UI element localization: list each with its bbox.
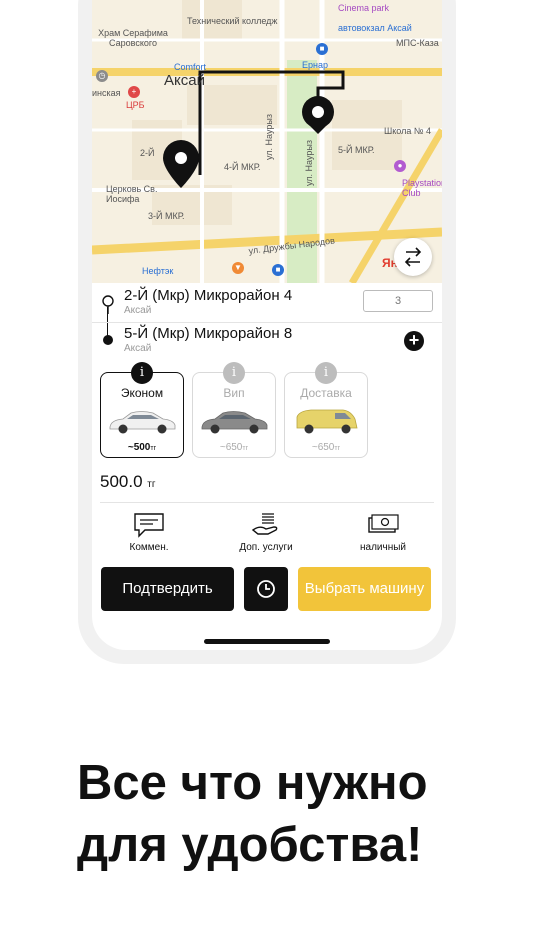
- comment-icon: [134, 513, 164, 538]
- payment-option[interactable]: наличный: [338, 512, 428, 553]
- map-label-nauryz-2: ул. Наурыз: [304, 140, 314, 186]
- divider: [100, 502, 434, 503]
- map-label-nauryz-1: ул. Наурыз: [264, 114, 274, 160]
- comment-label: Коммен.: [129, 542, 169, 553]
- map-label-bus-station: автовокзал Аксай: [338, 23, 412, 33]
- van-icon: [296, 409, 358, 434]
- map-label-ernar: Ернар: [302, 60, 328, 70]
- from-address-city: Аксай: [124, 305, 152, 316]
- map-label-comfort: Comfort: [174, 62, 207, 72]
- service-hand-icon: [251, 513, 278, 535]
- info-icon[interactable]: i: [131, 362, 153, 384]
- clock-icon: [257, 580, 275, 598]
- game-club-icon: ●: [394, 160, 406, 172]
- comment-option[interactable]: Коммен.: [104, 512, 194, 553]
- map-label-college: Технический колледж: [187, 16, 278, 26]
- info-icon[interactable]: i: [223, 362, 245, 384]
- phone-screen: Технический колледж Храм Серафима Саровс…: [92, 0, 442, 650]
- map-label-playstation: Playstation Club: [402, 178, 442, 198]
- info-icon[interactable]: i: [315, 362, 337, 384]
- tariff-name: Доставка: [300, 386, 352, 400]
- map-label-mps: МПС-Каза: [396, 38, 439, 48]
- headline-line-2: для удобства!: [77, 818, 423, 872]
- tariff-name: Эконом: [120, 386, 164, 400]
- tariff-price: ~650тг: [311, 442, 341, 453]
- to-address-title: 5-Й (Мкр) Микрорайон 8: [124, 325, 293, 342]
- map-label-cinema: Cinema park: [338, 3, 390, 13]
- extra-services-label: Доп. услуги: [239, 542, 293, 553]
- vip-car-icon: [201, 411, 268, 434]
- map-label-neftek: Нефтэк: [142, 266, 174, 276]
- from-address-title: 2-Й (Мкр) Микрорайон 4: [124, 287, 293, 304]
- payment-label: наличный: [359, 542, 406, 553]
- to-pin-icon: [103, 335, 113, 345]
- tariff-economy[interactable]: i Эконом ~500тг: [100, 362, 184, 458]
- map-label-church: Храм Серафима Саровского: [98, 28, 168, 48]
- home-indicator: [204, 639, 330, 644]
- clock-poi-icon: ◷: [96, 70, 108, 82]
- entrance-input[interactable]: 3: [363, 290, 433, 312]
- bus-stop-icon: ■: [316, 43, 328, 55]
- tariff-vip[interactable]: i Вип ~650тг: [192, 362, 276, 458]
- map-label-mkr4: 4-Й МКР.: [224, 162, 261, 172]
- start-pin-icon: [163, 140, 199, 188]
- schedule-button[interactable]: [244, 567, 288, 611]
- fuel-icon: ▼: [232, 262, 244, 274]
- promo-headline: Все что нужно для удобства!: [77, 752, 517, 876]
- extra-services-option[interactable]: Доп. услуги: [221, 512, 311, 553]
- to-address-city: Аксай: [124, 343, 152, 354]
- map-label-crb: ЦРБ: [126, 100, 145, 110]
- from-pin-icon: [102, 295, 114, 314]
- address-from[interactable]: 2-Й (Мкр) Микрорайон 4 Аксай 3: [92, 284, 442, 323]
- map-label-mkr5: 5-Й МКР.: [338, 145, 375, 155]
- map-label-crb-prefix: инская: [92, 88, 121, 98]
- tariff-name: Вип: [223, 386, 245, 400]
- address-to[interactable]: 5-Й (Мкр) Микрорайон 8 Аксай +: [92, 322, 442, 360]
- hospital-icon: +: [128, 86, 140, 98]
- tariff-delivery[interactable]: i Доставка ~650тг: [284, 362, 368, 458]
- map-label-mkr2: 2-Й: [140, 148, 155, 158]
- sedan-car-icon: [109, 411, 176, 434]
- confirm-button[interactable]: Подтвердить: [101, 567, 234, 611]
- map-label-mkr3: 3-Й МКР.: [148, 211, 185, 221]
- route-settings-button[interactable]: [394, 238, 432, 276]
- map-label-school: Школа № 4: [384, 126, 432, 136]
- map-label-city: Аксай: [164, 72, 205, 89]
- map-view[interactable]: Технический колледж Храм Серафима Саровс…: [92, 0, 442, 283]
- headline-line-1: Все что нужно: [77, 756, 428, 810]
- total-price: 500.0 тг: [100, 472, 156, 491]
- add-stop-button[interactable]: +: [404, 331, 424, 351]
- route-swap-icon: [404, 247, 422, 267]
- tariff-price: ~500тг: [127, 442, 157, 453]
- tariff-price: ~650тг: [219, 442, 249, 453]
- cash-icon: [368, 514, 399, 533]
- choose-car-button[interactable]: Выбрать машину: [298, 567, 431, 611]
- map-label-church2: Церковь Св. Иосифа: [106, 184, 158, 204]
- shop-icon: ■: [272, 264, 284, 276]
